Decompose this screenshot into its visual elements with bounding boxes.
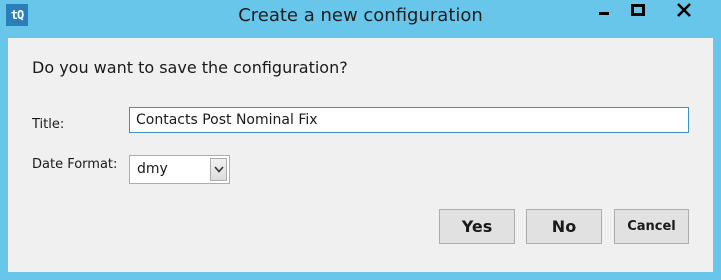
- date-format-label: Date Format:: [32, 157, 118, 172]
- dialog-question: Do you want to save the configuration?: [32, 58, 348, 77]
- dialog-window: tQ Create a new configuration Do you wan…: [0, 0, 721, 280]
- dropdown-button[interactable]: [210, 158, 227, 181]
- chevron-down-icon: [214, 166, 224, 173]
- title-bar[interactable]: tQ Create a new configuration: [0, 0, 721, 32]
- dialog-content: Do you want to save the configuration? T…: [8, 38, 713, 272]
- maximize-button[interactable]: [621, 0, 654, 21]
- app-icon[interactable]: tQ: [6, 4, 28, 26]
- cancel-button[interactable]: Cancel: [614, 209, 689, 244]
- title-label: Title:: [32, 117, 65, 132]
- date-format-select[interactable]: dmy: [129, 155, 230, 184]
- date-format-value: dmy: [137, 161, 168, 177]
- minimize-button[interactable]: [587, 0, 621, 21]
- yes-button[interactable]: Yes: [439, 209, 515, 244]
- no-button[interactable]: No: [526, 209, 602, 244]
- close-button[interactable]: [654, 0, 714, 21]
- title-input[interactable]: [129, 107, 689, 133]
- close-icon: [677, 3, 691, 17]
